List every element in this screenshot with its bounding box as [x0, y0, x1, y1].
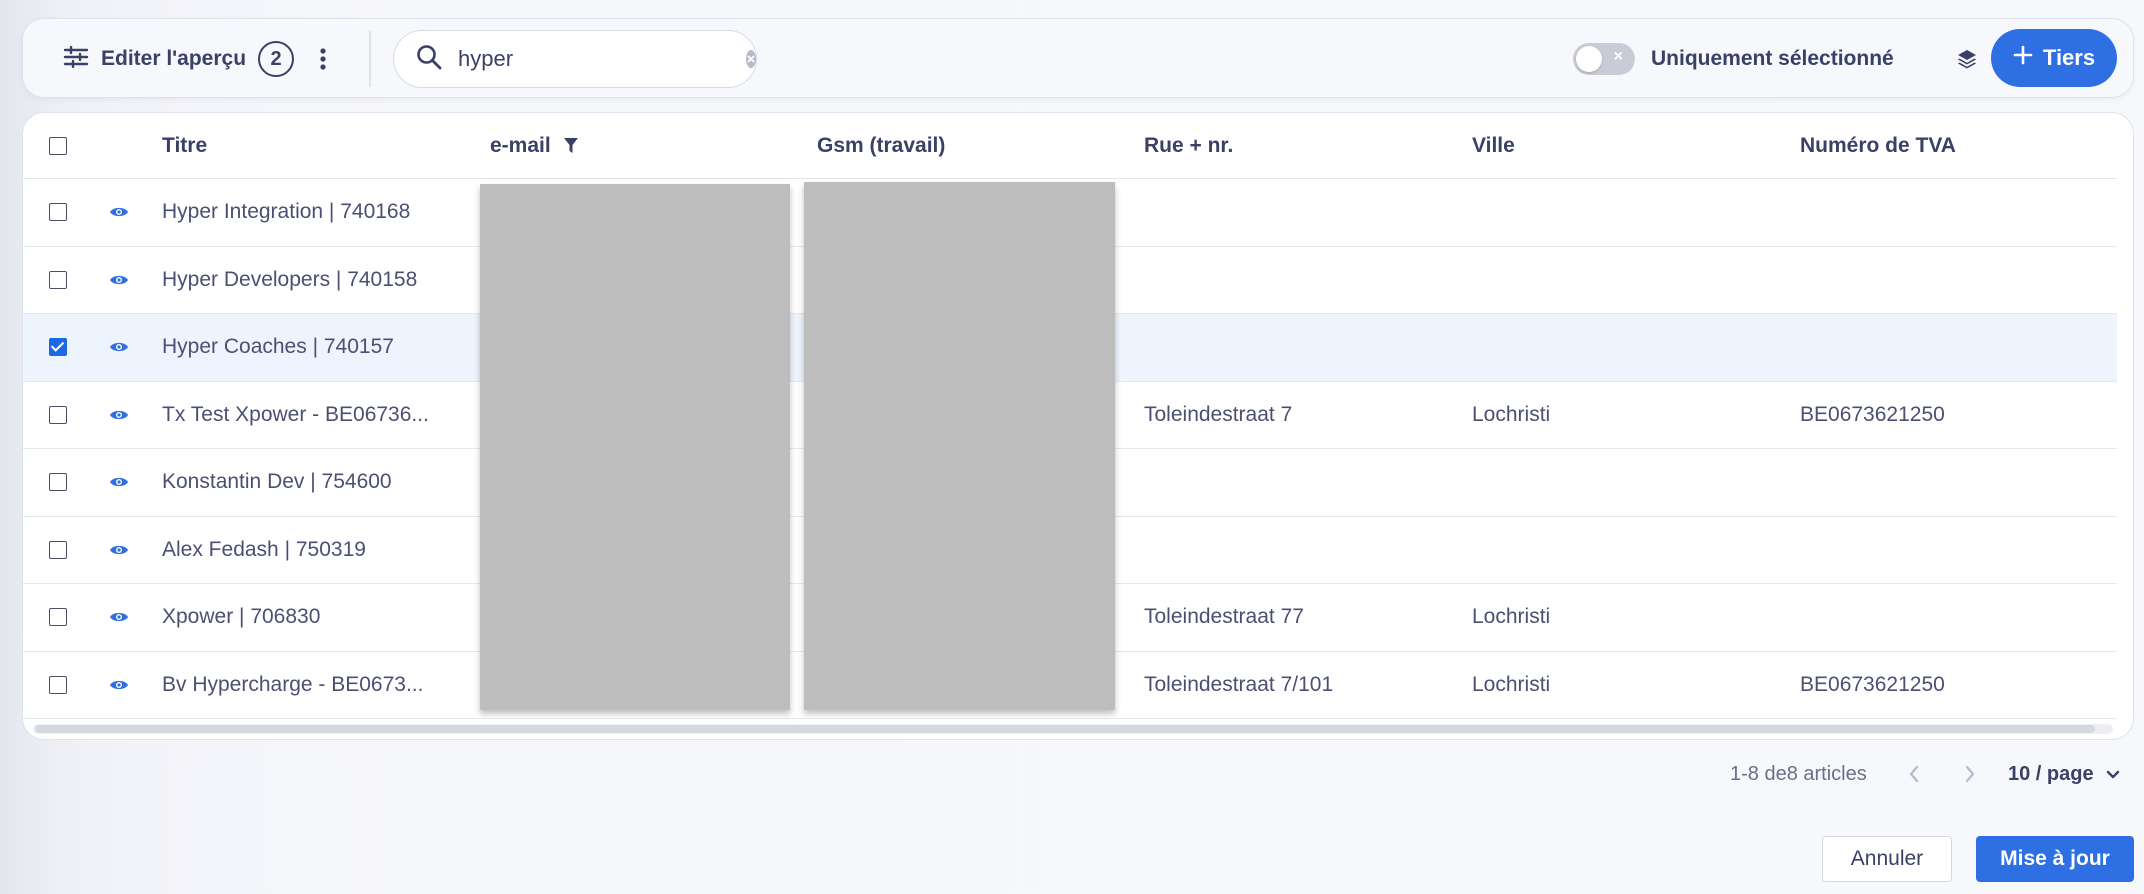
pagination-range: 1-8 de8 articles: [1730, 762, 1867, 785]
column-header-street[interactable]: Rue + nr.: [1144, 113, 1233, 179]
toolbar: Editer l'aperçu 2 × Uniquement sélection…: [22, 18, 2134, 98]
cell-title: Xpower | 706830: [162, 605, 321, 628]
eye-icon[interactable]: [109, 584, 131, 650]
toggle-knob: [1576, 46, 1602, 72]
cell-street: Toleindestraat 77: [1144, 605, 1304, 628]
only-selected-toggle-group: × Uniquement sélectionné: [1573, 41, 1894, 77]
table-header: Titre e-mail Gsm (travail) Rue + nr. Vil…: [23, 113, 2117, 179]
cell-title: Bv Hypercharge - BE0673...: [162, 672, 424, 696]
kebab-menu-icon[interactable]: [313, 41, 333, 77]
row-checkbox[interactable]: [49, 203, 67, 221]
cell-title: Alex Fedash | 750319: [162, 537, 366, 561]
eye-icon[interactable]: [109, 652, 131, 718]
page-size-value: 10 / page: [2008, 762, 2094, 785]
cell-title: Hyper Integration | 740168: [162, 200, 411, 223]
filter-icon[interactable]: [563, 137, 579, 155]
cell-city: Lochristi: [1472, 402, 1551, 426]
row-checkbox[interactable]: [49, 608, 67, 626]
edit-preview-count-badge: 2: [258, 41, 295, 77]
row-checkbox[interactable]: [49, 338, 67, 356]
eye-icon[interactable]: [109, 247, 131, 313]
next-page-icon[interactable]: [1956, 758, 1984, 790]
cell-city: Lochristi: [1472, 605, 1551, 628]
cell-street: Toleindestraat 7: [1144, 402, 1293, 426]
results-table: Titre e-mail Gsm (travail) Rue + nr. Vil…: [22, 112, 2134, 740]
horizontal-scrollbar[interactable]: [35, 725, 2095, 733]
search-input[interactable]: [458, 46, 746, 72]
edit-preview-label: Editer l'aperçu: [101, 47, 247, 70]
search-icon: [416, 44, 442, 75]
column-header-city[interactable]: Ville: [1472, 113, 1515, 179]
eye-icon[interactable]: [109, 517, 131, 583]
row-checkbox[interactable]: [49, 473, 67, 491]
plus-icon: [2013, 45, 2033, 71]
cell-vat: BE0673621250: [1800, 402, 1945, 426]
column-header-gsm[interactable]: Gsm (travail): [817, 113, 945, 179]
toggle-off-icon: ×: [1613, 48, 1623, 65]
add-tiers-button[interactable]: Tiers: [1991, 29, 2117, 87]
eye-icon[interactable]: [109, 382, 131, 448]
row-checkbox[interactable]: [49, 675, 67, 694]
only-selected-label: Uniquement sélectionné: [1651, 47, 1894, 70]
row-checkbox[interactable]: [49, 270, 67, 289]
toolbar-divider: [369, 31, 371, 87]
column-header-email[interactable]: e-mail: [490, 113, 579, 179]
update-button[interactable]: Mise à jour: [1976, 836, 2134, 882]
add-tiers-label: Tiers: [2042, 45, 2096, 70]
cell-street: Toleindestraat 7/101: [1144, 672, 1334, 696]
sliders-icon: [63, 45, 89, 73]
clear-icon[interactable]: [746, 50, 756, 68]
cell-vat: BE0673621250: [1800, 672, 1945, 696]
redacted-email-column: [480, 184, 790, 710]
cancel-button[interactable]: Annuler: [1822, 836, 1952, 882]
cell-title: Konstantin Dev | 754600: [162, 470, 392, 493]
column-header-email-label: e-mail: [490, 134, 551, 157]
eye-icon[interactable]: [109, 449, 131, 515]
search-box: [393, 30, 757, 88]
redacted-gsm-column: [804, 182, 1115, 710]
column-header-title[interactable]: Titre: [162, 113, 207, 179]
chevron-down-icon: [2106, 763, 2120, 786]
cell-title: Tx Test Xpower - BE06736...: [162, 402, 429, 426]
layers-icon[interactable]: [1951, 43, 1983, 75]
select-all-checkbox[interactable]: [49, 137, 67, 155]
column-header-vat[interactable]: Numéro de TVA: [1800, 113, 1956, 179]
only-selected-toggle[interactable]: ×: [1573, 43, 1635, 75]
cell-city: Lochristi: [1472, 672, 1551, 696]
cell-title: Hyper Coaches | 740157: [162, 335, 394, 358]
eye-icon[interactable]: [109, 179, 131, 245]
row-checkbox[interactable]: [49, 405, 67, 424]
page-size-select[interactable]: 10 / page: [2008, 756, 2120, 792]
edit-preview-button[interactable]: Editer l'aperçu 2: [63, 41, 295, 77]
row-checkbox[interactable]: [49, 540, 67, 559]
prev-page-icon[interactable]: [1900, 758, 1928, 790]
cell-title: Hyper Developers | 740158: [162, 267, 418, 291]
eye-icon[interactable]: [109, 314, 131, 380]
